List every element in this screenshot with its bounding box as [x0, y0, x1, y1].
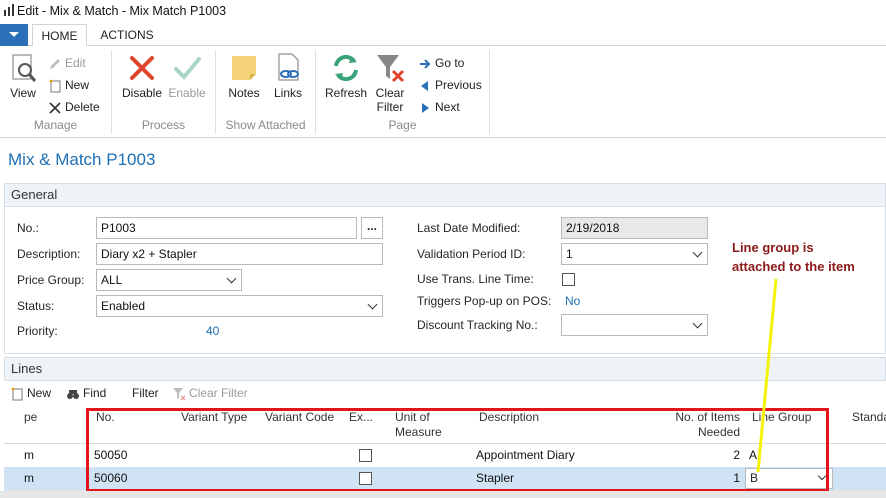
annotation-arrow — [756, 278, 778, 473]
horizontal-scrollbar[interactable] — [0, 491, 886, 498]
